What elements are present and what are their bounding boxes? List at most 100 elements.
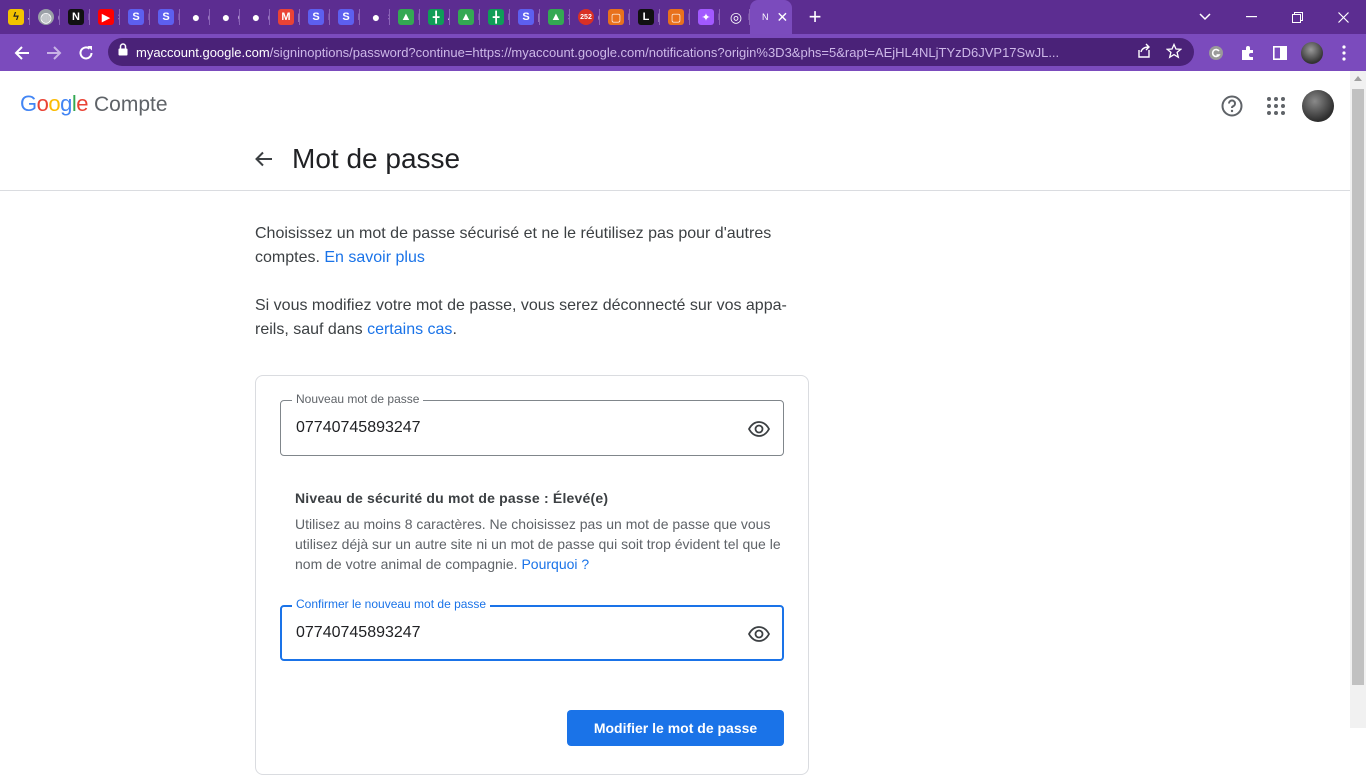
sheets-icon: ╋	[488, 9, 504, 25]
browser-tab[interactable]: SI	[300, 0, 330, 34]
browser-tab[interactable]: ϟJ	[0, 0, 30, 34]
browser-tab[interactable]: 252(	[570, 0, 600, 34]
share-icon[interactable]	[1136, 43, 1152, 63]
minimize-icon[interactable]	[1228, 0, 1274, 34]
browser-tab[interactable]: ▲I	[450, 0, 480, 34]
browser-tab[interactable]: SI	[120, 0, 150, 34]
browser-tab[interactable]: ◎I	[720, 0, 750, 34]
google-account-logo[interactable]: Google Compte	[20, 91, 168, 117]
account-avatar[interactable]	[1302, 90, 1334, 122]
github-icon: ●	[251, 9, 261, 25]
browser-tab[interactable]: ▲I	[390, 0, 420, 34]
browser-tab[interactable]: ✦I	[690, 0, 720, 34]
browser-menu-icon[interactable]	[1328, 34, 1360, 71]
browser-tab[interactable]: ▲S	[540, 0, 570, 34]
google-logo: Google	[20, 91, 89, 117]
confirm-password-label: Confirmer le nouveau mot de passe	[292, 597, 491, 611]
github-icon: ●	[191, 9, 201, 25]
bookmark-star-icon[interactable]	[1165, 42, 1183, 63]
browser-tab[interactable]: ╋A	[420, 0, 450, 34]
side-panel-icon[interactable]	[1264, 34, 1296, 71]
browser-tab[interactable]: ╋F	[480, 0, 510, 34]
account-page: Google Compte Mot de passe Choisissez un…	[0, 71, 1350, 775]
drive-icon: ▲	[548, 9, 564, 25]
url-text[interactable]: myaccount.google.com/signinoptions/passw…	[136, 45, 1116, 60]
apps-grid-icon[interactable]	[1254, 89, 1298, 123]
tab-strip: ϟJ◍(NI▶SSISI●(●g●(M[SISF●S▲I╋A▲I╋FS[▲S25…	[0, 0, 1366, 34]
logo-letter: o	[36, 91, 49, 116]
close-window-icon[interactable]	[1320, 0, 1366, 34]
bolt-icon: ϟ	[8, 9, 24, 25]
new-password-field[interactable]: Nouveau mot de passe 07740745893247	[280, 392, 784, 456]
drive-icon: ▲	[398, 9, 414, 25]
extensions-puzzle-icon[interactable]	[1232, 34, 1264, 71]
help-icon[interactable]	[1210, 89, 1254, 123]
active-tab[interactable]: N ✕	[750, 0, 792, 34]
new-password-label: Nouveau mot de passe	[292, 392, 424, 406]
tab-search-icon[interactable]	[1182, 0, 1228, 34]
confirm-password-field[interactable]: Confirmer le nouveau mot de passe 077407…	[280, 597, 784, 661]
browser-tab[interactable]: ▶S	[90, 0, 120, 34]
grammarly-extension-icon[interactable]	[1200, 34, 1232, 71]
drive-icon: ▲	[458, 9, 474, 25]
certain-cases-link[interactable]: certains cas	[367, 321, 452, 338]
address-bar[interactable]: myaccount.google.com/signinoptions/passw…	[108, 38, 1194, 66]
new-password-input[interactable]: 07740745893247	[296, 419, 421, 437]
restore-icon[interactable]	[1274, 0, 1320, 34]
figma-icon: ✦	[698, 9, 714, 25]
password-strength-block: Niveau de sécurité du mot de passe : Éle…	[295, 490, 785, 574]
s-app-icon: S	[158, 9, 174, 25]
sheets-icon: ╋	[428, 9, 444, 25]
browser-tab[interactable]: ●(	[240, 0, 270, 34]
why-link[interactable]: Pourquoi ?	[521, 556, 589, 572]
browser-tab[interactable]: ▢E	[600, 0, 630, 34]
browser-tab[interactable]: S[	[510, 0, 540, 34]
browser-tab[interactable]: ●(	[180, 0, 210, 34]
box-icon: ▢	[608, 9, 624, 25]
password-form-card: Nouveau mot de passe 07740745893247 Nive…	[255, 375, 809, 775]
strength-description: Utilisez au moins 8 caractères. Ne chois…	[295, 516, 781, 572]
scroll-up-arrow-icon[interactable]	[1354, 76, 1362, 81]
scrollbar-thumb[interactable]	[1352, 89, 1364, 685]
browser-tab[interactable]: M[	[270, 0, 300, 34]
show-confirm-password-eye-icon[interactable]	[747, 622, 771, 646]
s-app-icon: S	[518, 9, 534, 25]
browser-tab[interactable]: ●g	[210, 0, 240, 34]
browser-tab[interactable]: ●S	[360, 0, 390, 34]
logo-letter: o	[48, 91, 61, 116]
logo-letter: G	[20, 91, 37, 116]
active-tab-title: N	[762, 12, 769, 22]
show-password-eye-icon[interactable]	[747, 417, 771, 441]
browser-tab[interactable]: ▢I	[660, 0, 690, 34]
page-title-bar: Mot de passe	[0, 133, 1350, 191]
back-icon[interactable]	[6, 37, 38, 69]
s-app-icon: S	[338, 9, 354, 25]
reload-icon[interactable]	[70, 37, 102, 69]
profile-avatar-icon[interactable]	[1296, 34, 1328, 71]
logo-product-name: Compte	[94, 93, 168, 116]
github-icon: ●	[221, 9, 231, 25]
browser-tab[interactable]: ◍(	[30, 0, 60, 34]
browser-tab[interactable]: NI	[60, 0, 90, 34]
browser-tab[interactable]: L[	[630, 0, 660, 34]
github-icon: ●	[371, 9, 381, 25]
lock-icon[interactable]	[118, 43, 128, 61]
globe-icon: ◍	[38, 8, 54, 25]
forward-icon[interactable]	[38, 37, 70, 69]
change-password-button[interactable]: Modifier le mot de passe	[567, 710, 784, 746]
box-icon: ▢	[668, 9, 684, 25]
confirm-password-input[interactable]: 07740745893247	[296, 624, 421, 642]
page-title: Mot de passe	[292, 143, 461, 174]
browser-tab[interactable]: SI	[150, 0, 180, 34]
l-app-icon: L	[638, 9, 654, 25]
notion-icon: N	[68, 9, 84, 25]
page-scrollbar[interactable]	[1350, 71, 1366, 728]
new-tab-button[interactable]: +	[796, 0, 834, 34]
browser-tab[interactable]: SF	[330, 0, 360, 34]
header-actions	[1210, 89, 1334, 123]
learn-more-link[interactable]: En savoir plus	[324, 249, 425, 266]
close-tab-icon[interactable]: ✕	[777, 9, 789, 26]
logo-letter: e	[76, 91, 89, 116]
logo-letter: g	[60, 91, 72, 116]
back-arrow-icon[interactable]	[252, 147, 276, 171]
